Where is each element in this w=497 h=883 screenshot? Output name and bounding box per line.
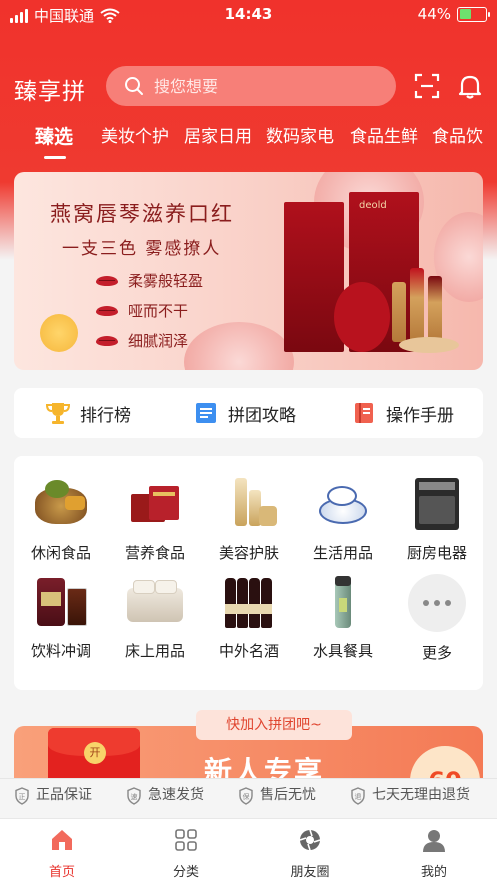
battery-icon — [457, 6, 490, 22]
category-household[interactable]: 生活用品 — [296, 476, 390, 563]
battery-percent: 44% — [417, 5, 451, 23]
rankings-link[interactable]: 排行榜 — [44, 388, 131, 438]
banner-title: 燕窝唇琴滋养口红 — [50, 202, 234, 226]
tab-beauty[interactable]: 美妆个护 — [101, 122, 169, 147]
user-icon — [423, 830, 445, 852]
category-skincare[interactable]: 美容护肤 — [202, 476, 296, 563]
tab-food-drinks[interactable]: 食品饮 — [432, 122, 483, 147]
product-base — [399, 337, 459, 353]
tab-featured[interactable]: 臻选 — [35, 122, 73, 149]
snacks-icon — [31, 476, 91, 532]
nav-home[interactable]: 首页 — [22, 827, 102, 880]
category-drinks[interactable]: 饮料冲调 — [14, 574, 108, 661]
tableware-icon — [313, 476, 373, 532]
skincare-icon — [219, 476, 279, 532]
category-bottles[interactable]: 水具餐具 — [296, 574, 390, 661]
tab-home[interactable]: 居家日用 — [184, 122, 252, 147]
lipstick — [428, 276, 442, 342]
bedding-icon — [125, 574, 185, 630]
lipstick — [410, 268, 424, 342]
drinks-icon — [31, 574, 91, 630]
search-icon — [125, 77, 143, 95]
home-icon — [52, 830, 72, 850]
manual-icon — [350, 400, 378, 426]
sun-decoration — [40, 314, 78, 352]
category-wine[interactable]: 中外名酒 — [202, 574, 296, 661]
banner-feature: 柔雾般轻盈 — [96, 270, 203, 291]
guarantee-genuine: 正 正品保证 — [14, 787, 100, 805]
svg-text:速: 速 — [131, 793, 138, 801]
svg-text:退: 退 — [355, 792, 362, 801]
category-tabs: 臻选 美妆个护 居家日用 数码家电 食品生鲜 食品饮 — [0, 122, 497, 162]
search-bar[interactable] — [106, 66, 396, 106]
group-buy-guide-link[interactable]: 拼团攻略 — [192, 388, 296, 438]
aperture-icon — [299, 829, 321, 851]
nav-categories[interactable]: 分类 — [146, 827, 226, 880]
oven-icon — [407, 476, 467, 532]
guide-book-icon — [192, 400, 220, 426]
banner-feature: 哑而不干 — [96, 300, 188, 321]
guarantee-7day-return: 退 七天无理由退货 — [350, 787, 482, 805]
category-kitchen-appliances[interactable]: 厨房电器 — [390, 476, 484, 563]
more-icon — [408, 574, 466, 632]
lipstick — [392, 282, 406, 342]
wine-icon — [219, 574, 279, 630]
promo-banner[interactable]: 燕窝唇琴滋养口红 一支三色 雾感撩人 柔雾般轻盈 哑而不干 细腻润泽 deold — [14, 172, 483, 370]
guarantee-after-sales: 保 售后无忧 — [238, 787, 324, 805]
tab-indicator — [44, 156, 66, 159]
banner-feature: 细腻润泽 — [96, 330, 188, 351]
search-input[interactable] — [154, 76, 354, 96]
quick-links: 排行榜 拼团攻略 操作手册 — [14, 388, 483, 438]
trophy-icon — [44, 400, 72, 426]
svg-text:保: 保 — [243, 792, 250, 801]
guarantee-fast-shipping: 速 急速发货 — [126, 787, 212, 805]
category-bedding[interactable]: 床上用品 — [108, 574, 202, 661]
nav-profile[interactable]: 我的 — [394, 827, 474, 880]
brand-title: 臻享拼 — [14, 79, 86, 105]
guitar-case — [334, 282, 390, 352]
lips-icon — [96, 275, 118, 286]
category-grid: 休闲食品 营养食品 美容护肤 生活用品 厨房电器 饮料冲调 床上用品 中外名酒 … — [14, 456, 483, 690]
shield-icon: 速 — [127, 787, 141, 805]
rose-decoration — [184, 322, 294, 370]
guarantee-strip: 正 正品保证 速 急速发货 保 售后无忧 退 七天无理由退货 — [0, 778, 497, 818]
nav-moments[interactable]: 朋友圈 — [270, 827, 350, 880]
lips-icon — [96, 305, 118, 316]
tab-electronics[interactable]: 数码家电 — [266, 122, 334, 147]
user-manual-link[interactable]: 操作手册 — [350, 388, 454, 438]
svg-text:正: 正 — [19, 793, 26, 801]
category-snacks[interactable]: 休闲食品 — [14, 476, 108, 563]
scan-icon[interactable] — [413, 72, 441, 100]
banner-subtitle: 一支三色 雾感撩人 — [62, 239, 222, 259]
product-brand-mark: deold — [359, 200, 387, 211]
join-group-tag: 快加入拼团吧~ — [196, 710, 352, 740]
category-more[interactable]: 更多 — [390, 574, 484, 663]
status-bar: 中国联通 14:43 44% — [0, 0, 497, 30]
bottle-icon — [313, 574, 373, 630]
shield-icon: 退 — [351, 787, 365, 805]
category-nutrition[interactable]: 营养食品 — [108, 476, 202, 563]
bottom-nav: 首页 分类 朋友圈 我的 — [0, 818, 497, 883]
grid-icon — [175, 829, 197, 851]
bell-icon[interactable] — [456, 72, 484, 100]
shield-icon: 保 — [239, 787, 253, 805]
tab-fresh-food[interactable]: 食品生鲜 — [350, 122, 418, 147]
lips-icon — [96, 335, 118, 346]
nutrition-icon — [125, 476, 185, 532]
shield-icon: 正 — [15, 787, 29, 805]
